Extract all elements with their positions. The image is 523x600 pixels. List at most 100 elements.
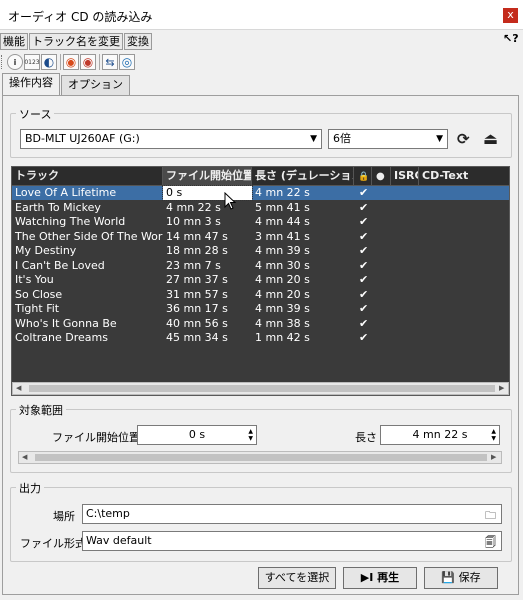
window-title: オーディオ CD の読み込み bbox=[8, 10, 153, 24]
toolbar-grip[interactable] bbox=[1, 55, 5, 69]
checkmark-icon[interactable]: ✔ bbox=[356, 215, 372, 229]
format-settings-icon[interactable]: 🗐 bbox=[485, 534, 496, 552]
speed-select-value: 6倍 bbox=[333, 132, 351, 145]
track-length-cell: 3 mn 41 s bbox=[255, 229, 310, 243]
track-start-cell: 0 s bbox=[162, 185, 253, 201]
spinner-arrows-icon[interactable]: ▲ ▼ bbox=[248, 428, 253, 442]
mouse-cursor-icon bbox=[224, 192, 237, 210]
checkmark-icon[interactable]: ✔ bbox=[356, 302, 372, 316]
location-field[interactable]: C:\temp 🗀 bbox=[82, 504, 502, 524]
tab-options[interactable]: オプション bbox=[61, 75, 130, 95]
track-table: トラック ファイル開始位置 長さ (デュレーション) 🔒 ● ISRC CD-T… bbox=[11, 166, 510, 396]
checkmark-icon[interactable]: ✔ bbox=[356, 288, 372, 302]
refresh-icon[interactable]: ⟳ bbox=[457, 130, 470, 148]
scroll-left-icon[interactable]: ◀ bbox=[16, 384, 21, 392]
range-start-spinner[interactable]: 0 s ▲ ▼ bbox=[137, 425, 257, 445]
column-header-isrc[interactable]: ISRC bbox=[391, 167, 419, 185]
column-header-track[interactable]: トラック bbox=[12, 167, 163, 185]
range-start-value: 0 s bbox=[188, 428, 206, 441]
table-row[interactable]: My Destiny 18 mn 28 s 4 mn 39 s ✔ bbox=[12, 244, 509, 258]
checkmark-icon[interactable]: ✔ bbox=[356, 244, 372, 258]
checkmark-icon[interactable]: ✔ bbox=[356, 331, 372, 345]
location-value: C:\temp bbox=[86, 507, 130, 520]
close-button[interactable]: x bbox=[503, 8, 518, 23]
track-name-cell: Who's It Gonna Be bbox=[15, 316, 117, 330]
save-button[interactable]: 💾 保存 bbox=[424, 567, 498, 589]
chevron-down-icon: ▼ bbox=[310, 134, 317, 144]
info-icon[interactable]: i bbox=[7, 54, 23, 70]
tab-operation[interactable]: 操作内容 bbox=[2, 73, 60, 95]
range-length-spinner[interactable]: 4 mn 22 s ▲ ▼ bbox=[380, 425, 500, 445]
disc-icon[interactable]: ◎ bbox=[119, 54, 135, 70]
file-format-value: Wav default bbox=[86, 534, 152, 547]
checkmark-icon[interactable]: ✔ bbox=[356, 273, 372, 287]
scroll-right-icon[interactable]: ▶ bbox=[491, 453, 496, 461]
table-header: トラック ファイル開始位置 長さ (デュレーション) 🔒 ● ISRC CD-T… bbox=[12, 167, 509, 186]
range-length-label: 長さ bbox=[355, 431, 377, 444]
eject-icon[interactable]: ⏏ bbox=[483, 129, 498, 148]
table-row[interactable]: I Can't Be Loved 23 mn 7 s 4 mn 30 s ✔ bbox=[12, 258, 509, 273]
column-header-cd-text[interactable]: CD-Text bbox=[419, 167, 509, 185]
menu-convert[interactable]: 変換 bbox=[124, 33, 152, 50]
menu-functions[interactable]: 機能 bbox=[0, 33, 28, 50]
output-group-label: 出力 bbox=[16, 480, 44, 496]
select-all-button[interactable]: すべてを選択 bbox=[258, 567, 336, 589]
cd-read-icon[interactable]: ◉ bbox=[63, 54, 79, 70]
transfer-icon[interactable]: ⇆ bbox=[102, 54, 118, 70]
menu-rename-tracks[interactable]: トラック名を変更 bbox=[29, 33, 123, 50]
help-icon[interactable]: ↖? bbox=[503, 32, 519, 45]
scrollbar-thumb[interactable] bbox=[29, 385, 495, 392]
cd-eject-icon[interactable]: ◐ bbox=[41, 54, 57, 70]
track-start-cell: 40 mn 56 s bbox=[166, 316, 228, 330]
table-row[interactable]: Who's It Gonna Be 40 mn 56 s 4 mn 38 s ✔ bbox=[12, 316, 509, 331]
track-name-cell: I Can't Be Loved bbox=[15, 258, 105, 272]
track-start-cell: 27 mn 37 s bbox=[166, 273, 228, 286]
cd-write-icon[interactable]: ◉ bbox=[80, 54, 96, 70]
checkmark-icon[interactable]: ✔ bbox=[356, 317, 372, 331]
checkmark-icon[interactable]: ✔ bbox=[356, 186, 372, 200]
file-format-field[interactable]: Wav default 🗐 bbox=[82, 531, 502, 551]
folder-icon[interactable]: 🗀 bbox=[485, 507, 496, 525]
table-row[interactable]: Tight Fit 36 mn 17 s 4 mn 39 s ✔ bbox=[12, 302, 509, 316]
scroll-left-icon[interactable]: ◀ bbox=[22, 453, 27, 461]
column-header-length[interactable]: 長さ (デュレーション) bbox=[252, 167, 354, 185]
source-group-label: ソース bbox=[16, 106, 55, 122]
track-start-cell: 23 mn 7 s bbox=[166, 258, 221, 272]
column-header-start[interactable]: ファイル開始位置 bbox=[163, 167, 252, 185]
range-slider-thumb[interactable] bbox=[35, 454, 487, 461]
menu-bar: 機能 トラック名を変更 変換 bbox=[0, 33, 153, 51]
column-header-lock[interactable]: 🔒 bbox=[354, 167, 372, 185]
checkmark-icon[interactable]: ✔ bbox=[356, 201, 372, 215]
spinner-arrows-icon[interactable]: ▲ ▼ bbox=[491, 428, 496, 442]
range-length-value: 4 mn 22 s bbox=[412, 428, 468, 441]
drive-select[interactable]: BD-MLT UJ260AF (G:) ▼ bbox=[20, 129, 322, 149]
checkmark-icon[interactable]: ✔ bbox=[356, 230, 372, 244]
numbers-icon[interactable]: 0123 bbox=[24, 54, 40, 70]
location-label: 場所 bbox=[53, 510, 75, 523]
table-row[interactable]: So Close 31 mn 57 s 4 mn 20 s ✔ bbox=[12, 287, 509, 302]
track-name-cell: Earth To Mickey bbox=[15, 200, 101, 214]
table-row[interactable]: The Other Side Of The World 14 mn 47 s 3 m… bbox=[12, 229, 509, 244]
table-row[interactable]: Earth To Mickey 4 mn 22 s 5 mn 41 s ✔ bbox=[12, 200, 509, 215]
range-slider[interactable]: ◀ ▶ bbox=[18, 451, 502, 464]
table-row[interactable]: Watching The World 10 mn 3 s 4 mn 44 s ✔ bbox=[12, 215, 509, 229]
track-start-cell: 36 mn 17 s bbox=[166, 302, 228, 315]
table-horizontal-scrollbar[interactable]: ◀ ▶ bbox=[12, 382, 509, 395]
speed-select[interactable]: 6倍 ▼ bbox=[328, 129, 448, 149]
track-length-cell: 4 mn 22 s bbox=[255, 186, 310, 199]
range-start-label: ファイル開始位置 bbox=[52, 431, 140, 444]
checkmark-icon[interactable]: ✔ bbox=[356, 259, 372, 273]
track-name-cell: It's You bbox=[15, 273, 54, 286]
table-row[interactable]: It's You 27 mn 37 s 4 mn 20 s ✔ bbox=[12, 273, 509, 287]
table-row[interactable]: Coltrane Dreams 45 mn 34 s 1 mn 42 s ✔ bbox=[12, 331, 509, 345]
track-length-cell: 4 mn 39 s bbox=[255, 302, 310, 315]
drive-select-value: BD-MLT UJ260AF (G:) bbox=[25, 132, 140, 145]
play-button[interactable]: ▶I 再生 bbox=[343, 567, 417, 589]
column-header-marker[interactable]: ● bbox=[372, 167, 391, 185]
track-name-cell: So Close bbox=[15, 287, 63, 301]
track-start-cell: 14 mn 47 s bbox=[166, 229, 228, 243]
table-row[interactable]: Love Of A Lifetime 0 s4 mn 22 s ✔ bbox=[12, 185, 509, 201]
scroll-right-icon[interactable]: ▶ bbox=[499, 384, 504, 392]
track-start-cell: 18 mn 28 s bbox=[166, 244, 228, 257]
save-button-label: 保存 bbox=[458, 571, 481, 584]
